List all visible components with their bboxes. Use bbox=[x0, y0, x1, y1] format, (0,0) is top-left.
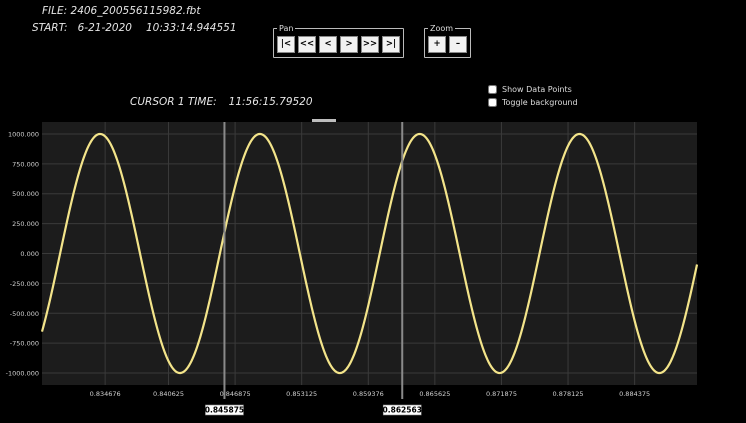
x-tick-label: 0.859376 bbox=[353, 390, 384, 398]
x-tick-label: 0.871875 bbox=[486, 390, 517, 398]
cursor1-label: CURSOR 1 TIME: bbox=[130, 96, 217, 108]
x-tick-label: 0.840625 bbox=[153, 390, 184, 398]
zoom-out-button[interactable]: – bbox=[449, 36, 467, 53]
start-label: START: bbox=[32, 22, 68, 34]
file-label: FILE: bbox=[42, 5, 68, 17]
cursor-2-label: 0.862563 bbox=[383, 406, 422, 415]
x-tick-label: 0.865625 bbox=[419, 390, 450, 398]
toggle-background-label: Toggle background bbox=[502, 98, 578, 107]
x-tick-label: 0.878125 bbox=[553, 390, 584, 398]
y-tick-label: 0.000 bbox=[20, 250, 39, 258]
zoom-group: Zoom + – bbox=[424, 24, 471, 58]
y-tick-label: -1000.000 bbox=[6, 370, 39, 378]
x-tick-label: 0.834676 bbox=[90, 390, 121, 398]
zoom-legend: Zoom bbox=[430, 24, 454, 33]
start-date: 6-21-2020 bbox=[77, 22, 132, 34]
y-tick-label: 250.000 bbox=[12, 220, 39, 228]
pan-fast-back-button[interactable]: << bbox=[298, 36, 316, 53]
start-info: START: 6-21-2020 10:33:14.944551 bbox=[32, 22, 237, 34]
x-tick-label: 0.884375 bbox=[619, 390, 650, 398]
pan-last-button[interactable]: >| bbox=[382, 36, 400, 53]
cursor1-time: 11:56:15.79520 bbox=[228, 96, 313, 108]
zoom-in-button[interactable]: + bbox=[428, 36, 446, 53]
start-time: 10:33:14.944551 bbox=[145, 22, 237, 34]
show-data-points-checkbox[interactable] bbox=[488, 85, 497, 94]
y-tick-label: -750.000 bbox=[10, 340, 39, 348]
show-data-points-option[interactable]: Show Data Points bbox=[488, 85, 572, 94]
y-tick-label: 750.000 bbox=[12, 160, 39, 168]
pan-legend: Pan bbox=[279, 24, 294, 33]
pan-back-button[interactable]: < bbox=[319, 36, 337, 53]
y-tick-label: -250.000 bbox=[10, 280, 39, 288]
file-name: 2406_200556115982.fbt bbox=[70, 5, 201, 17]
pan-first-button[interactable]: |< bbox=[277, 36, 295, 53]
waveform-chart[interactable]: 1000.000 750.000 500.000 250.000 0.000 -250.0… bbox=[0, 122, 746, 423]
y-tick-label: -500.000 bbox=[10, 310, 39, 318]
cursor-1-label: 0.845875 bbox=[205, 406, 244, 415]
show-data-points-label: Show Data Points bbox=[502, 85, 572, 94]
cursor1-info: CURSOR 1 TIME: 11:56:15.79520 bbox=[130, 96, 313, 108]
file-info: FILE: 2406_200556115982.fbt bbox=[42, 5, 200, 17]
toggle-background-checkbox[interactable] bbox=[488, 98, 497, 107]
y-tick-label: 1000.000 bbox=[8, 130, 39, 138]
pan-group: Pan |< << < > >> >| bbox=[273, 24, 404, 58]
pan-forward-button[interactable]: > bbox=[340, 36, 358, 53]
x-tick-label: 0.853125 bbox=[286, 390, 317, 398]
pan-fast-forward-button[interactable]: >> bbox=[361, 36, 379, 53]
y-tick-label: 500.000 bbox=[12, 190, 39, 198]
toggle-background-option[interactable]: Toggle background bbox=[488, 98, 578, 107]
